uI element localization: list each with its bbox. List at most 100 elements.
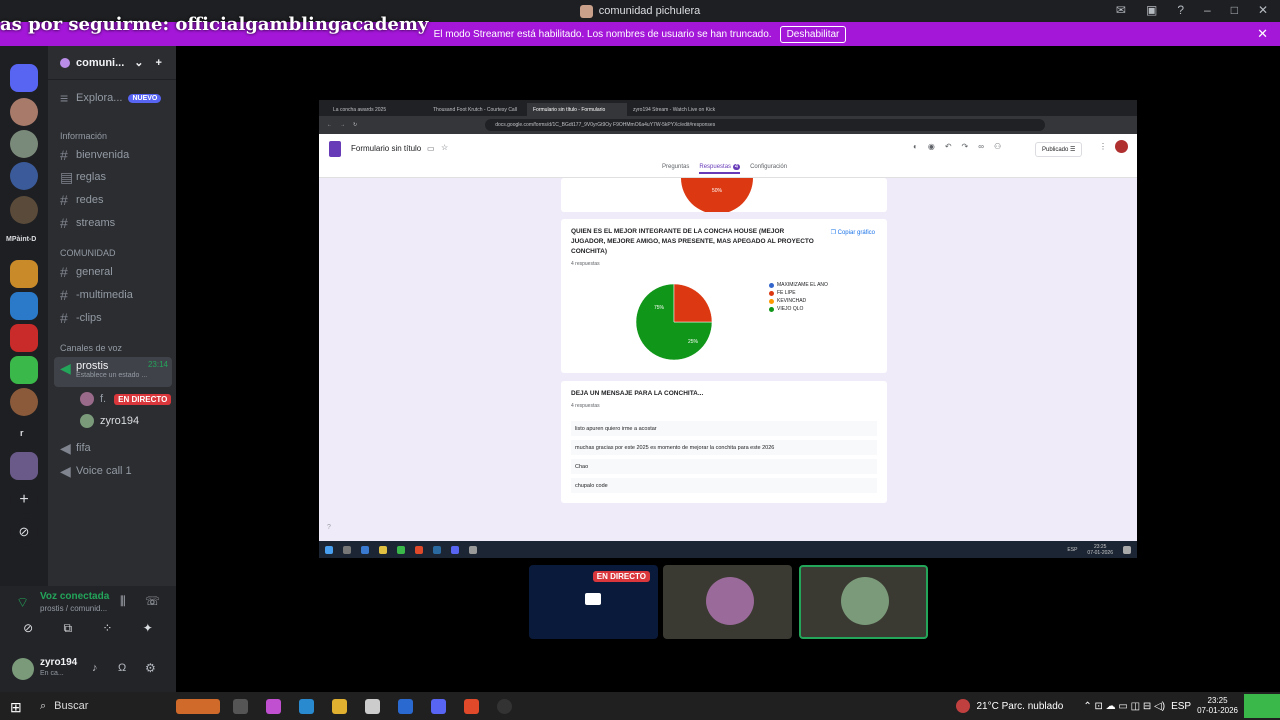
server-icon[interactable]: [10, 388, 38, 416]
browser-tab-active[interactable]: Formulario sin título - Formulario: [527, 103, 627, 116]
folder-icon[interactable]: ▭: [427, 144, 435, 153]
server-icon[interactable]: [10, 356, 38, 384]
taskbar-search[interactable]: ⌕ Buscar: [32, 695, 166, 717]
stream-tile-user-speaking[interactable]: [799, 565, 928, 639]
add-person-icon[interactable]: ⚇: [994, 142, 1001, 151]
category-voice[interactable]: Canales de voz: [54, 338, 172, 358]
voice-member[interactable]: f. EN DIRECTO: [74, 389, 172, 409]
help-icon[interactable]: ?: [327, 524, 331, 531]
app-icon[interactable]: [497, 699, 512, 714]
app-icon[interactable]: [266, 699, 281, 714]
weather-text[interactable]: 21°C Parc. nublado: [976, 701, 1063, 712]
published-button[interactable]: Publicado ☰: [1035, 142, 1083, 157]
voice-member[interactable]: zyro194: [74, 411, 172, 431]
banner-close-icon[interactable]: ✕: [1257, 26, 1268, 42]
server-icon[interactable]: [10, 162, 38, 190]
question-card-1: QUIEN ES EL MEJOR INTEGRANTE DE LA CONCH…: [561, 219, 887, 373]
search-icon: ⌕: [40, 699, 47, 712]
language-indicator[interactable]: ESP: [1171, 701, 1191, 712]
back-icon[interactable]: ←: [327, 122, 332, 128]
url-bar[interactable]: docs.google.com/forms/d/1C_BGdt177_9V0yr…: [485, 119, 1046, 131]
camera-off-icon[interactable]: ⊘: [23, 621, 33, 636]
server-icon[interactable]: [10, 260, 38, 288]
channel-clips[interactable]: # -clips: [54, 308, 172, 328]
app-icon[interactable]: [398, 699, 413, 714]
link-icon[interactable]: ∞: [978, 142, 984, 151]
channel-redes[interactable]: # redes: [54, 190, 172, 210]
voice-channel-name[interactable]: prostis / comunid...: [40, 604, 107, 613]
apex-server-icon[interactable]: [10, 324, 38, 352]
windows-start-icon[interactable]: ⊞: [10, 699, 22, 716]
tray-icons[interactable]: ⌃ ⊡ ☁ ▭ ◫ ⊟ ◁): [1083, 701, 1165, 712]
forward-icon[interactable]: →: [340, 122, 345, 128]
inbox-icon[interactable]: ✉: [1116, 3, 1126, 17]
guild-header[interactable]: comuni... ⌄ +: [48, 46, 176, 80]
voice-channel-fifa[interactable]: ◀ fifa: [54, 438, 172, 458]
screen-icon[interactable]: ▣: [1146, 3, 1157, 17]
explore-item[interactable]: ≡ Explora... NUEVO: [54, 88, 172, 108]
reload-icon[interactable]: ↻: [353, 122, 357, 128]
response-item: listo apuren quiero irme a acostar: [571, 421, 877, 436]
star-icon[interactable]: ☆: [441, 143, 448, 152]
soundboard-icon[interactable]: ✦: [143, 621, 153, 636]
browser-tab[interactable]: La concha awards 2025: [327, 103, 427, 116]
palette-icon[interactable]: ◐: [913, 142, 918, 151]
channel-bienvenida[interactable]: # bienvenida: [54, 145, 172, 165]
task-view-icon[interactable]: [233, 699, 248, 714]
server-icon[interactable]: [10, 292, 38, 320]
headphones-icon[interactable]: Ω: [118, 662, 126, 674]
tab-preguntas[interactable]: Preguntas: [662, 164, 689, 174]
screen-share-icon[interactable]: ⧉: [64, 621, 73, 636]
disable-streamer-button[interactable]: Deshabilitar: [779, 25, 847, 43]
voice-channel-voicecall[interactable]: ◀ Voice call 1: [54, 461, 172, 481]
disconnect-icon[interactable]: ☏: [145, 594, 160, 608]
category-comunidad[interactable]: COMUNIDAD: [54, 243, 172, 263]
channel-multimedia[interactable]: # -multimedia: [54, 285, 172, 305]
channel-reglas[interactable]: ▤ reglas: [54, 167, 172, 187]
settings-gear-icon[interactable]: ⚙: [145, 661, 156, 675]
copy-chart-button[interactable]: ❐ Copiar gráfico: [831, 229, 875, 236]
minimize-icon[interactable]: –: [1204, 3, 1211, 17]
category-info[interactable]: Información: [54, 126, 172, 146]
channel-streams[interactable]: # streams: [54, 213, 172, 233]
preview-icon[interactable]: ◉: [928, 142, 935, 151]
microphone-icon[interactable]: ♪: [92, 662, 98, 674]
server-icon[interactable]: [10, 98, 38, 126]
stream-tile-screen[interactable]: EN DIRECTO: [529, 565, 658, 639]
weather-icon[interactable]: [956, 699, 971, 713]
clock-date[interactable]: 07-01-2026: [1197, 706, 1238, 715]
channel-general[interactable]: # general: [54, 262, 172, 282]
close-icon[interactable]: ✕: [1258, 3, 1268, 17]
more-icon[interactable]: ⋮: [1099, 142, 1107, 151]
store-icon[interactable]: [365, 699, 380, 714]
add-server-icon[interactable]: +: [10, 486, 38, 514]
help-icon[interactable]: ?: [1177, 3, 1184, 17]
maximize-icon[interactable]: □: [1231, 3, 1238, 17]
stream-tile-user[interactable]: [663, 565, 792, 639]
redo-icon[interactable]: ↷: [962, 142, 969, 151]
tab-respuestas[interactable]: Respuestas 4: [699, 164, 741, 174]
form-title[interactable]: Formulario sin título: [351, 144, 421, 153]
discord-icon[interactable]: [431, 699, 446, 714]
noise-icon[interactable]: ⫼: [120, 594, 126, 609]
account-avatar[interactable]: [1115, 140, 1128, 153]
tab-configuracion[interactable]: Configuración: [750, 164, 787, 174]
brave-icon[interactable]: [464, 699, 479, 714]
server-icon[interactable]: [10, 452, 38, 480]
widget-icon[interactable]: [176, 699, 220, 714]
browser-tab[interactable]: Thousand Foot Krutch - Courtesy Call: [427, 103, 527, 116]
browser-tab[interactable]: zyro194 Stream - Watch Live on Kick: [627, 103, 727, 116]
server-icon[interactable]: [10, 196, 38, 224]
file-explorer-icon[interactable]: [332, 699, 347, 714]
server-icon[interactable]: [10, 130, 38, 158]
voice-status[interactable]: Establece un estado ...: [76, 372, 168, 379]
undo-icon[interactable]: ↶: [945, 142, 952, 151]
activities-icon[interactable]: ⁘: [102, 621, 112, 636]
discover-icon[interactable]: ⊘: [10, 518, 38, 546]
voice-channel-prostis[interactable]: ◀ prostis 23:14 Establece un estado ...: [54, 357, 172, 387]
clock-time[interactable]: 23:25: [1208, 696, 1228, 705]
edge-icon[interactable]: [299, 699, 314, 714]
user-avatar[interactable]: [12, 658, 34, 680]
dm-home-icon[interactable]: [10, 64, 38, 92]
invite-icon[interactable]: +: [156, 57, 162, 69]
